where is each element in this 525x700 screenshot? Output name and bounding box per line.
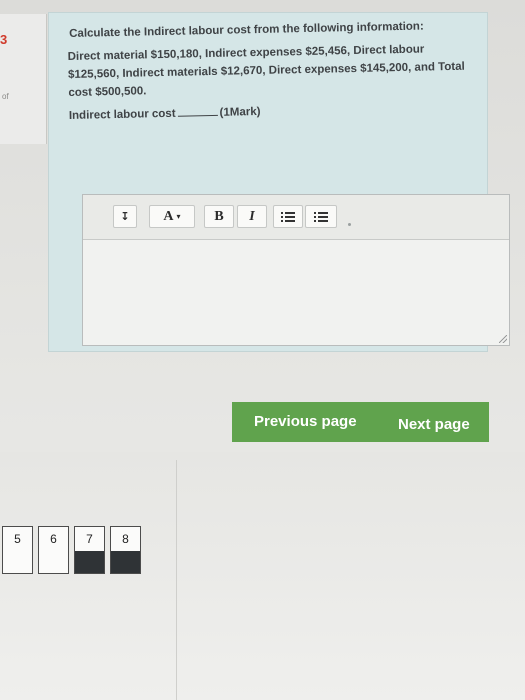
- bullet-list-button[interactable]: [273, 205, 303, 228]
- chevron-down-icon: ▾: [176, 212, 181, 221]
- font-style-dropdown[interactable]: A ▾: [149, 205, 195, 228]
- answer-editor: ↧ A ▾ B I: [82, 194, 510, 346]
- expand-icon: ↧: [120, 210, 130, 223]
- bold-label: B: [214, 208, 224, 224]
- question-text: Calculate the Indirect labour cost from …: [67, 17, 467, 125]
- quiz-navigation-block: [0, 460, 177, 700]
- question-data: Direct material $150,180, Indirect expen…: [67, 43, 465, 99]
- toolbar-more-dot: [348, 223, 351, 226]
- question-card: Calculate the Indirect labour cost from …: [48, 12, 510, 352]
- page-navigation: Previous page Next page: [232, 402, 489, 442]
- question-nav-label: 5: [14, 532, 21, 546]
- question-nav-button-7[interactable]: 7: [74, 526, 105, 574]
- italic-label: I: [249, 208, 255, 224]
- editor-toolbar: ↧ A ▾ B I: [83, 195, 509, 240]
- question-prompt: Indirect labour cost (1Mark): [69, 99, 467, 125]
- question-marks: (1Mark): [219, 105, 261, 119]
- font-style-label: A: [163, 208, 174, 224]
- bullet-list-icon: [281, 210, 295, 224]
- numbered-list-button[interactable]: [305, 205, 337, 228]
- question-nav-label: 7: [86, 532, 93, 546]
- answer-blank: [177, 103, 218, 117]
- previous-page-button[interactable]: Previous page: [248, 412, 363, 431]
- question-nav-label: 6: [50, 532, 57, 546]
- next-page-button[interactable]: Next page: [392, 415, 476, 434]
- question-nav-button-5[interactable]: 5: [2, 526, 33, 574]
- prompt-label: Indirect labour cost: [68, 107, 176, 122]
- question-intro: Calculate the Indirect labour cost from …: [69, 20, 424, 40]
- question-number: 3: [0, 32, 8, 47]
- expand-toolbar-button[interactable]: ↧: [113, 205, 137, 228]
- question-marks-label: of: [2, 92, 9, 101]
- question-nav-button-6[interactable]: 6: [38, 526, 69, 574]
- question-nav-label: 8: [122, 532, 129, 546]
- answer-textarea[interactable]: [83, 240, 509, 345]
- question-nav-button-8[interactable]: 8: [110, 526, 141, 574]
- quiz-navigation-panel: [0, 452, 525, 700]
- numbered-list-icon: [314, 210, 328, 224]
- italic-button[interactable]: I: [237, 205, 267, 228]
- question-info-panel: 3 of: [0, 14, 47, 144]
- bold-button[interactable]: B: [204, 205, 234, 228]
- resize-handle-icon[interactable]: [499, 335, 507, 343]
- quiz-page: 3 of Calculate the Indirect labour cost …: [0, 0, 525, 700]
